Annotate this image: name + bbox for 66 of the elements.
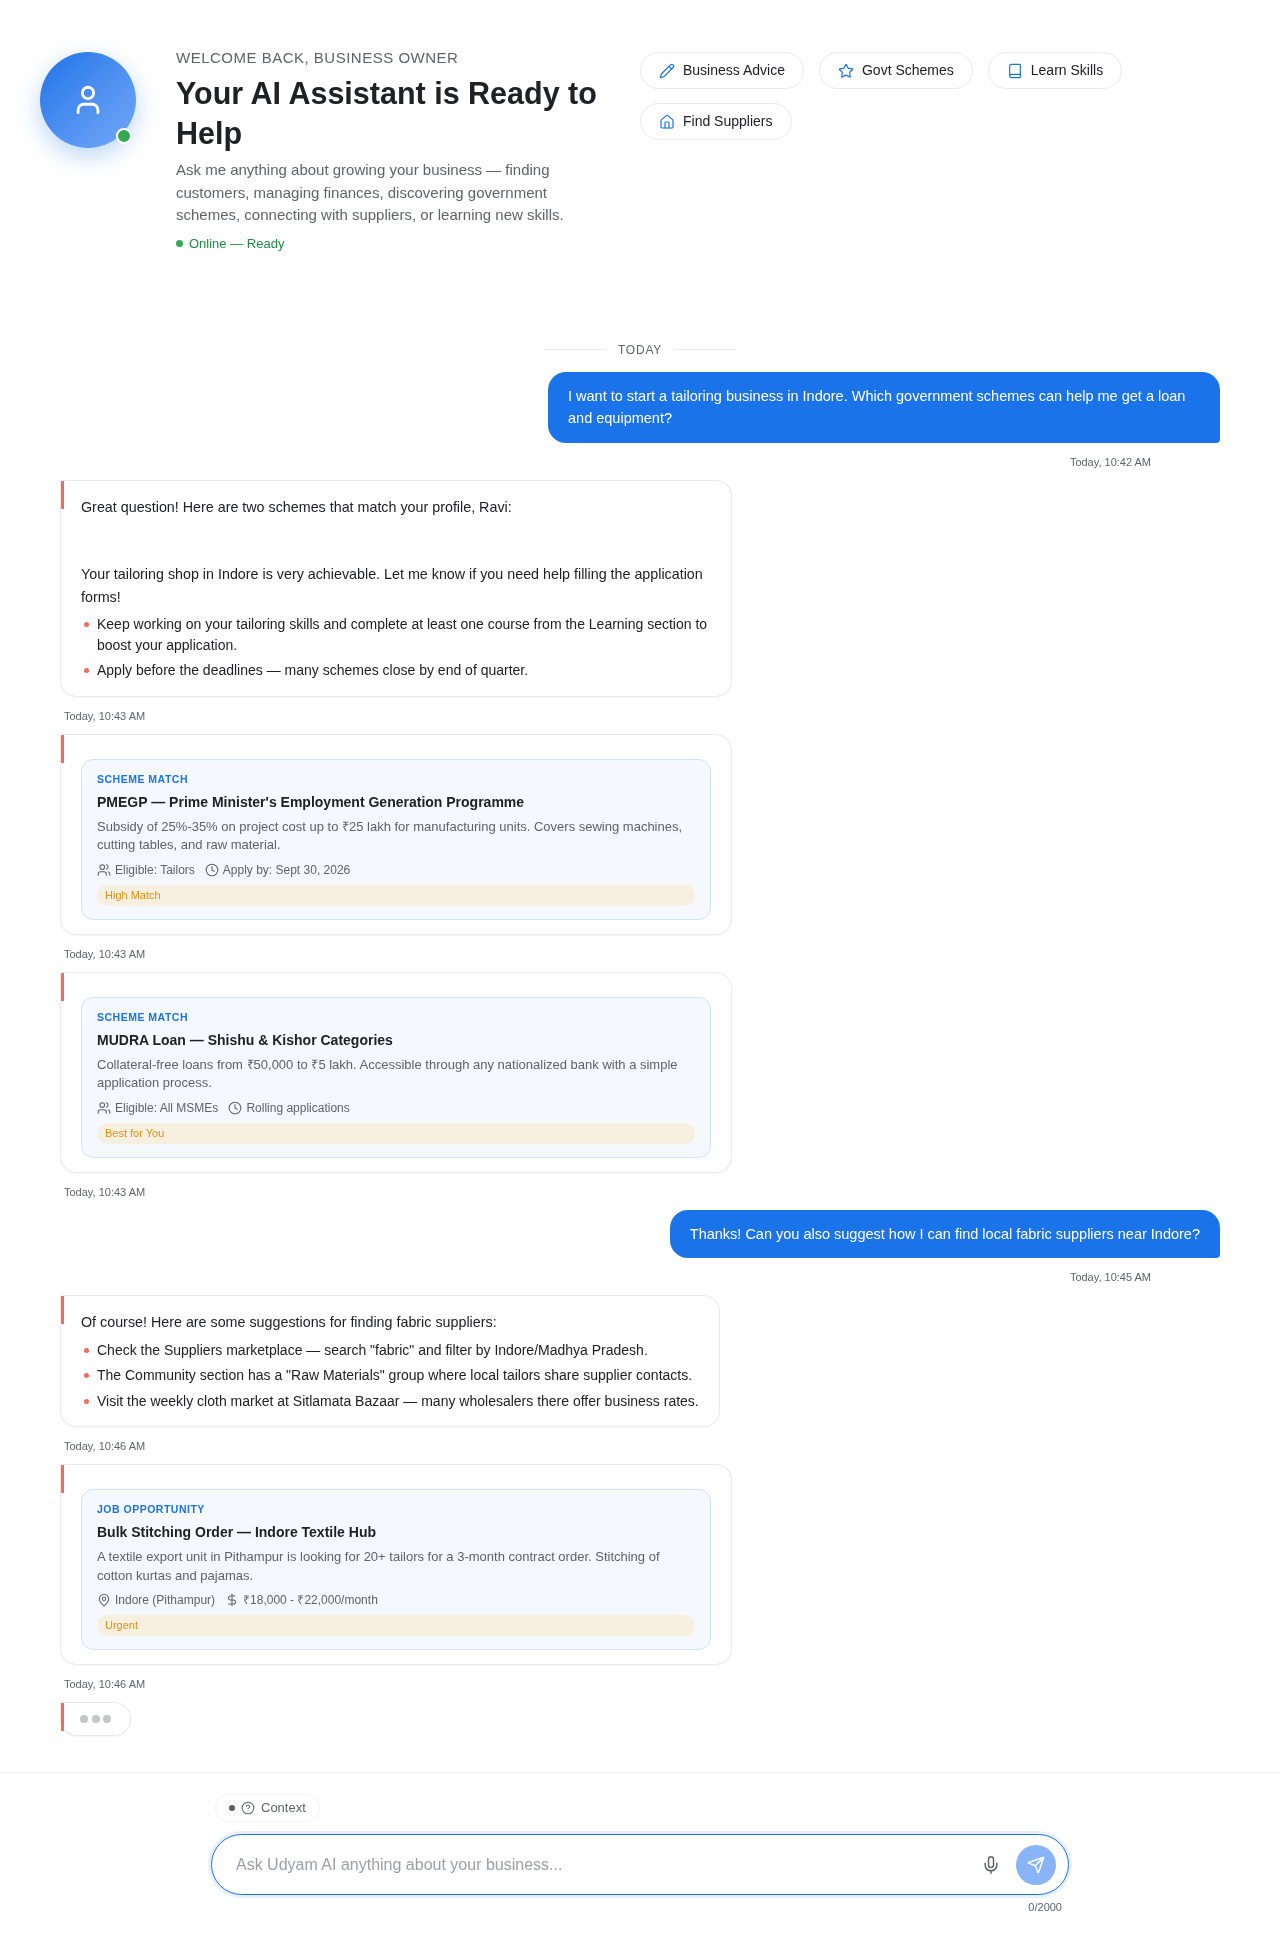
message-field[interactable]: Ask Udyam AI anything about your business... (211, 1834, 1069, 1895)
card-title: PMEGP — Prime Minister's Employment Generation Programme (97, 792, 526, 811)
assistant-title: Your AI Assistant is Ready to Help (176, 75, 598, 153)
clock-icon (228, 1100, 243, 1115)
message-text: Of course! Here are some suggestions for finding fabric suppliers: (81, 1313, 498, 1332)
message-time: Today, 10:42 AM (1069, 454, 1151, 469)
card-meta: Apply by: Sept 30, 2026 (222, 862, 351, 877)
message-time: Today, 10:46 AM (64, 1439, 146, 1453)
quick-action-chip[interactable]: Find Suppliers (640, 103, 792, 140)
message-time: Today, 10:43 AM (64, 946, 146, 961)
card-category: JOB OPPORTUNITY (97, 1502, 206, 1516)
character-counter: 0/2000 (1028, 1900, 1062, 1914)
card-description: A textile export unit in Pithampur is looking for 20+ tailors for a 3-month contract order. Stitching of cotton kurtas and pajamas. (97, 1548, 661, 1585)
bullet-text: Keep working on your tailoring skills and complete at least one course from the Learning section to boost your application. (97, 615, 709, 655)
status-text: Online — Ready (189, 234, 285, 253)
card-meta: Eligible: All MSMEs (115, 1100, 219, 1115)
user-message: I want to start a tailoring business in Indore. Which government schemes can help me get a loan and equipment? (548, 371, 1220, 443)
card-meta: Rolling applications (246, 1100, 350, 1115)
quick-action-chip[interactable]: Govt Schemes (818, 52, 973, 89)
status-tag: Best for You (97, 1122, 695, 1144)
card-meta: Eligible: Tailors (115, 862, 195, 877)
welcome-label: WELCOME BACK, BUSINESS OWNER (176, 48, 460, 68)
pencil-icon (659, 62, 675, 79)
people-icon (97, 862, 111, 877)
message-time: Today, 10:45 AM (1069, 1270, 1151, 1284)
star-icon (837, 62, 854, 79)
bullet-icon (84, 1398, 89, 1404)
bullet-text: The Community section has a "Raw Materials" group where local tailors share supplier contacts. (97, 1366, 693, 1385)
card-category: SCHEME MATCH (97, 771, 189, 786)
message-input[interactable]: Ask Udyam AI anything about your business... (236, 1852, 981, 1877)
message-time: Today, 10:43 AM (64, 708, 146, 723)
bullet-text: Apply before the deadlines — many schemes close by end of quarter. (97, 661, 529, 680)
status-tag: Urgent (97, 1615, 695, 1636)
card-description: Subsidy of 25%-35% on project cost up to ₹25 lakh for manufacturing units. Covers sewing machines, cutting tables, and raw material. (97, 817, 684, 854)
quick-action-chip[interactable]: Learn Skills (987, 52, 1123, 89)
map-pin-icon (97, 1593, 111, 1607)
house-icon (659, 113, 675, 130)
message-time: Today, 10:43 AM (64, 1184, 146, 1199)
bullet-icon (84, 1347, 89, 1353)
user-message: Thanks! Can you also suggest how I can find local fabric suppliers near Indore? (669, 1209, 1220, 1258)
card-description: Collateral-free loans from ₹50,000 to ₹5 lakh. Accessible through any nationalized bank with a simple application process. (97, 1055, 679, 1092)
card-category: SCHEME MATCH (97, 1009, 189, 1024)
card-meta: ₹18,000 - ₹22,000/month (243, 1593, 378, 1607)
people-icon (97, 1100, 111, 1115)
send-icon (1027, 1855, 1045, 1874)
message-time: Today, 10:46 AM (64, 1677, 146, 1691)
help-icon (241, 1801, 255, 1815)
message-text: Your tailoring shop in Indore is very achievable. Let me know if you need help filling the application forms! (81, 565, 704, 607)
microphone-icon (981, 1854, 1001, 1875)
context-button[interactable]: Context (215, 1794, 320, 1822)
microphone-button[interactable] (981, 1854, 1001, 1875)
quick-action-chip[interactable]: Business Advice (640, 52, 804, 89)
assistant-description: Ask me anything about growing your business — finding customers, managing finances, discovering government schemes, connecting with suppliers, or learning new skills. (176, 160, 565, 225)
clock-icon (204, 862, 219, 877)
book-icon (1006, 62, 1023, 79)
bullet-icon (84, 1373, 89, 1378)
card-title: Bulk Stitching Order — Indore Textile Hub (97, 1523, 377, 1541)
bullet-icon (84, 622, 89, 627)
bullet-text: Check the Suppliers marketplace — search "fabric" and filter by Indore/Madhya Pradesh. (97, 1340, 648, 1360)
card-title: MUDRA Loan — Shishu & Kishor Categories (97, 1030, 394, 1049)
bullet-text: Visit the weekly cloth market at Sitlamata Bazaar — many wholesalers there offer business rates. (97, 1391, 699, 1411)
card-meta: Indore (Pithampur) (115, 1593, 216, 1607)
date-divider: TODAY (617, 341, 663, 358)
bullet-icon (84, 668, 89, 673)
message-text: Great question! Here are two schemes that match your profile, Ravi: (81, 497, 513, 517)
status-tag: High Match (97, 884, 695, 906)
